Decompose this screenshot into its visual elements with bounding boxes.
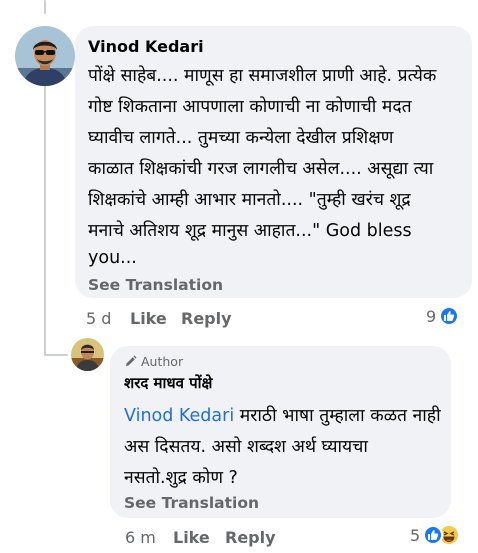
see-translation-link[interactable]: See Translation [88, 276, 223, 294]
comment-like-button[interactable]: Like [130, 309, 167, 328]
thread-line-top [44, 0, 46, 14]
reply-author-name[interactable]: शरद माधव पोंक्षे [124, 373, 212, 393]
comment-actions: 5 d Like Reply [86, 309, 286, 331]
comment-reactions[interactable]: 9 [426, 306, 460, 326]
reply-reactions[interactable]: 5 [410, 524, 461, 546]
comment-bubble: Vinod Kedari पोंक्षे साहेब.... माणूस हा … [75, 26, 472, 298]
thread-line-branch [44, 354, 68, 356]
see-translation-link[interactable]: See Translation [124, 494, 259, 512]
comment-text-line: शिक्षकांचे आम्ही आभार मानतो.... "तुम्ही … [88, 190, 411, 210]
like-icon [439, 306, 460, 326]
reply-actions: 6 m Like Reply [125, 528, 325, 550]
comment-text-line: पोंक्षे साहेब.... माणूस हा समाजशील प्राण… [88, 66, 437, 86]
reply-like-button[interactable]: Like [173, 528, 210, 547]
commenter-avatar[interactable] [15, 26, 75, 86]
comment-reply-button[interactable]: Reply [181, 309, 232, 328]
reply-reaction-count: 5 [410, 525, 421, 545]
comment-text-line: गोष्ट शिकताना आपणाला कोणाची ना कोणाची मद… [88, 97, 412, 117]
comment-timestamp[interactable]: 5 d [86, 309, 111, 328]
reply-text-line: अस दिसतय. असो शब्दश अर्थ घ्यायचा [124, 437, 368, 457]
reply-timestamp[interactable]: 6 m [125, 528, 156, 547]
reply-text-line: नसतो.शुद्र कोण ? [124, 468, 238, 488]
reply-reply-button[interactable]: Reply [225, 528, 276, 547]
reply-bubble: Author शरद माधव पोंक्षे Vinod Kedari मरा… [110, 346, 451, 518]
comment-reaction-count: 9 [426, 306, 437, 326]
author-badge: Author [124, 354, 183, 369]
comment-text-line: मनाचे अतिशय शूद्र मानुस आहात..." God ble… [88, 221, 412, 241]
comment-text-line: घ्यावीच लागते... तुमच्या कन्येला देखील प… [88, 128, 394, 148]
reply-text-line: Vinod Kedari मराठी भाषा तुम्हाला कळत नाह… [124, 406, 441, 426]
author-badge-label: Author [141, 354, 184, 369]
mention-link[interactable]: Vinod Kedari [124, 406, 234, 426]
thread-line-vertical [44, 80, 46, 356]
pen-icon [126, 355, 137, 366]
comment-text-line: काळात शिक्षकांची गरज लागलीच असेल.... असू… [88, 159, 434, 179]
comment-text-line: you... [88, 248, 137, 268]
comment-author-name[interactable]: Vinod Kedari [88, 37, 204, 56]
reply-avatar[interactable] [71, 338, 104, 371]
